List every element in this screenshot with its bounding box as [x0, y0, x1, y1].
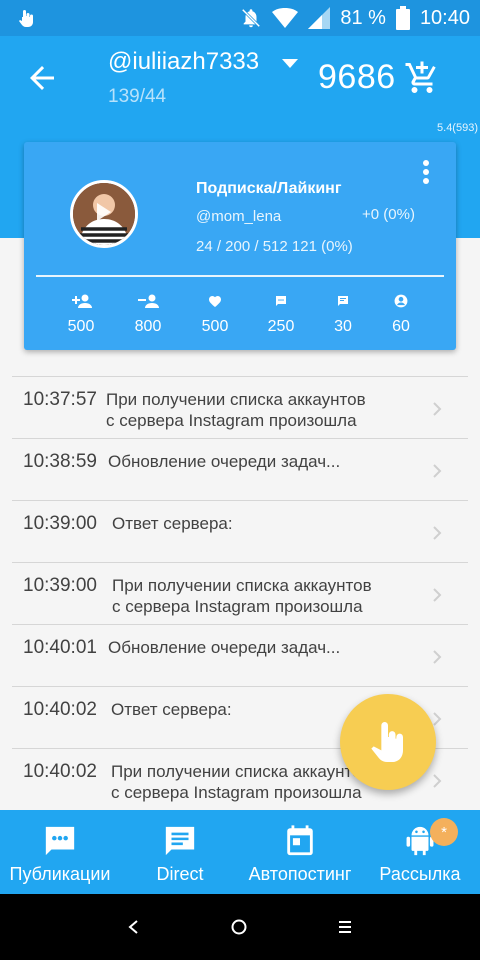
- publications-icon: [45, 826, 75, 856]
- app-bar: @iuliiazh7333 139/44 9686: [0, 36, 480, 120]
- log-message: Ответ сервера:: [112, 514, 233, 533]
- follow-icon: [72, 294, 92, 308]
- counter-follow: 500: [51, 290, 111, 336]
- unfollow-icon: [138, 294, 159, 308]
- action-counters: 500 800 500 250 30 60: [48, 290, 444, 340]
- counter-profile: 60: [371, 290, 431, 336]
- log-row[interactable]: 10:39:00 Ответ сервера:: [12, 500, 468, 562]
- log-message: Обновление очереди задач...: [108, 638, 341, 657]
- nav-autoposting[interactable]: Автопостинг: [240, 810, 360, 894]
- card-divider: [36, 275, 444, 277]
- chevron-right-icon: [433, 402, 442, 416]
- chevron-right-icon: [433, 526, 442, 540]
- message-icon: [338, 296, 348, 306]
- nav-mailing[interactable]: Рассылка: [365, 810, 475, 894]
- counter-unfollow: 800: [118, 290, 178, 336]
- log-time: 10:40:02: [23, 699, 97, 720]
- log-message: Обновление очереди задач...: [108, 452, 341, 471]
- log-time: 10:39:00: [23, 513, 97, 534]
- counter-message: 30: [313, 290, 373, 336]
- log-row[interactable]: 10:38:59 Обновление очереди задач...: [12, 438, 468, 500]
- start-task-button[interactable]: [340, 694, 436, 790]
- log-time: 10:38:59: [23, 451, 97, 472]
- chevron-right-icon: [433, 774, 442, 788]
- profile-icon: [394, 294, 408, 308]
- version-label: 5.4(593): [437, 122, 478, 134]
- nav-publications[interactable]: Публикации: [0, 810, 120, 894]
- bottom-navigation: Публикации Direct Автопостинг Рассылка: [0, 810, 480, 894]
- log-row[interactable]: 10:40:01 Обновление очереди задач...: [12, 624, 468, 686]
- log-time: 10:37:57: [23, 389, 97, 410]
- heart-icon: [209, 295, 221, 307]
- signal-icon: [308, 7, 331, 29]
- recents-menu-icon[interactable]: [338, 920, 352, 934]
- new-badge: *: [430, 818, 458, 846]
- add-to-cart-icon[interactable]: [404, 60, 440, 96]
- wifi-icon: [272, 8, 299, 28]
- comment-icon: [276, 296, 286, 306]
- direct-icon: [165, 826, 195, 856]
- home-circle-icon[interactable]: [231, 919, 247, 935]
- back-triangle-icon[interactable]: [127, 919, 139, 935]
- counter-like: 500: [185, 290, 245, 336]
- chevron-right-icon: [433, 588, 442, 602]
- counter-comment: 250: [251, 290, 311, 336]
- log-row[interactable]: 10:37:57 При получении списка аккаунтов с…: [12, 376, 468, 438]
- follower-delta: +0 (0%): [362, 206, 415, 223]
- log-time: 10:40:02: [23, 761, 97, 782]
- tap-hand-icon: [371, 722, 403, 762]
- chevron-right-icon: [433, 712, 442, 726]
- touch-icon: [19, 10, 33, 27]
- task-title: Подписка/Лайкинг: [196, 180, 342, 197]
- battery-percent: 81 %: [340, 6, 386, 29]
- clock: 10:40: [419, 6, 470, 29]
- log-message: При получении списка аккаунтов с сервера …: [106, 390, 366, 430]
- log-message: При получении списка аккаунтов с сервера …: [112, 576, 372, 616]
- chevron-right-icon: [433, 464, 442, 478]
- nav-direct[interactable]: Direct: [130, 810, 230, 894]
- battery-icon: [395, 6, 410, 30]
- log-row[interactable]: 10:39:00 При получении списка аккаунтов с…: [12, 562, 468, 624]
- bell-off-icon: [242, 8, 261, 28]
- chevron-right-icon: [433, 650, 442, 664]
- chevron-down-icon[interactable]: [280, 56, 300, 70]
- log-message: При получении списка аккаунтов с сервера …: [111, 762, 371, 802]
- back-arrow-icon[interactable]: [24, 60, 60, 96]
- avatar: [70, 180, 138, 248]
- status-bar: 81 % 10:40: [0, 0, 480, 36]
- task-stats: 24 / 200 / 512 121 (0%): [196, 238, 353, 255]
- more-menu-icon[interactable]: [419, 158, 433, 186]
- system-navigation-bar: [0, 894, 480, 960]
- log-message: Ответ сервера:: [111, 700, 232, 719]
- account-name[interactable]: @iuliiazh7333: [108, 48, 259, 76]
- account-counter: 139/44: [108, 86, 167, 107]
- log-time: 10:40:01: [23, 637, 97, 658]
- task-card[interactable]: Подписка/Лайкинг @mom_lena +0 (0%) 24 / …: [24, 142, 456, 350]
- calendar-icon: [287, 825, 313, 856]
- target-handle: @mom_lena: [196, 208, 282, 225]
- log-time: 10:39:00: [23, 575, 97, 596]
- credits-balance: 9686: [318, 58, 396, 96]
